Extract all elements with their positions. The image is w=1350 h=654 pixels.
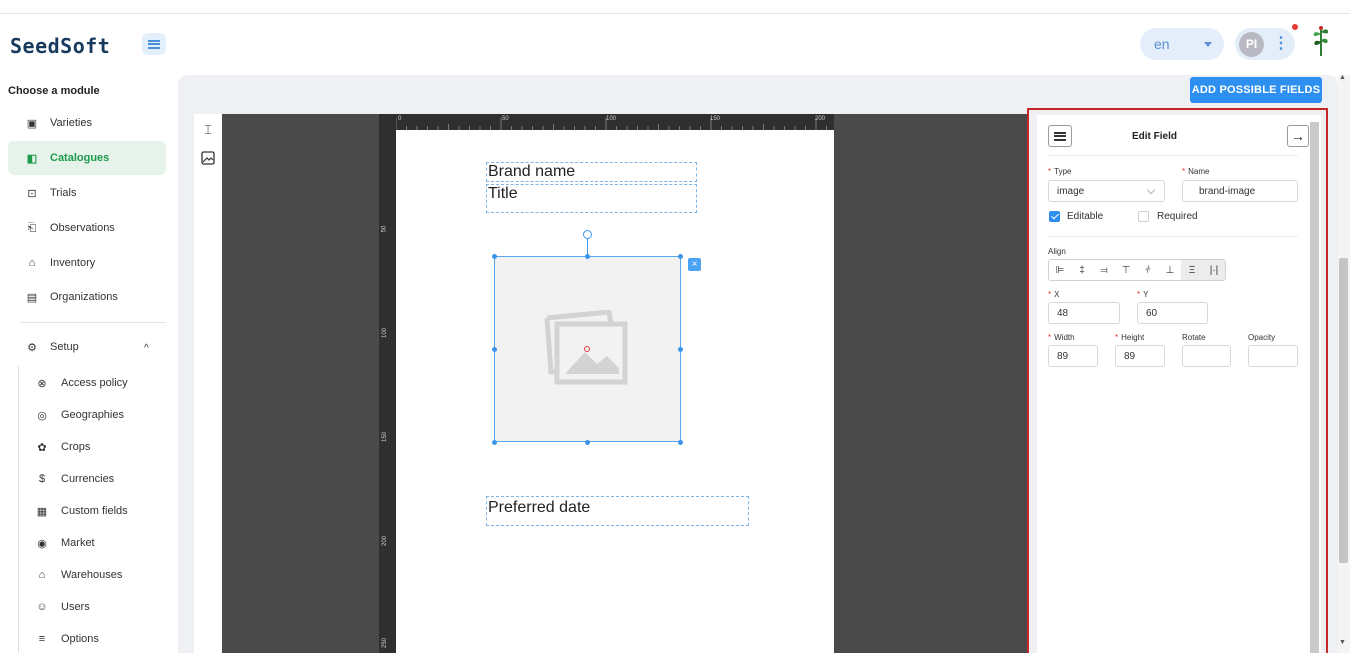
sidebar-item-label: Varieties <box>50 117 92 129</box>
ruler-top-label: 150 <box>710 116 721 122</box>
sidebar-item-label: Warehouses <box>61 569 123 581</box>
ruler-top-label: 0 <box>398 116 402 122</box>
ruler-left-label: 50 <box>381 225 388 233</box>
options-icon: ≡ <box>38 633 46 645</box>
sidebar-item-options[interactable]: ≡ Options <box>20 624 166 654</box>
sidebar-item-setup[interactable]: ⚙ Setup <box>8 330 166 364</box>
currencies-icon: $ <box>38 473 46 485</box>
vertical-ruler <box>379 114 396 653</box>
sidebar-item-label: Market <box>61 537 95 549</box>
sidebar-toggle-button[interactable] <box>142 33 166 55</box>
brand-name-field[interactable]: Brand name <box>486 162 697 182</box>
sidebar-item-label: Custom fields <box>61 505 128 517</box>
page-scrollbar-thumb[interactable] <box>1339 258 1348 563</box>
add-image-field-icon[interactable] <box>198 148 218 168</box>
ruler-top-label: 50 <box>502 116 509 122</box>
sidebar-item-label: Trials <box>50 187 77 199</box>
resize-handle-se[interactable] <box>678 440 683 445</box>
sidebar-divider <box>20 322 166 323</box>
plant-logo-icon <box>1313 26 1329 56</box>
ruler-left-label: 150 <box>382 431 389 443</box>
top-divider <box>0 13 1350 14</box>
resize-handle-sw[interactable] <box>492 440 497 445</box>
user-menu[interactable]: PI ⋮ <box>1235 28 1295 60</box>
sidebar-item-label: Options <box>61 633 99 645</box>
scroll-up-icon[interactable]: ▲ <box>1339 74 1346 81</box>
setup-gear-icon: ⚙ <box>27 341 37 354</box>
sidebar-item-users[interactable]: ☺ Users <box>20 592 166 622</box>
resize-handle-s[interactable] <box>585 440 590 445</box>
sidebar-item-label: Currencies <box>61 473 115 485</box>
sidebar-item-crops[interactable]: ✿ Crops <box>20 432 166 462</box>
sidebar-item-currencies[interactable]: $ Currencies <box>20 464 166 494</box>
sidebar-item-label: Observations <box>50 222 115 234</box>
sidebar-item-catalogues[interactable]: ◧ Catalogues <box>8 141 166 175</box>
ruler-left-label: 200 <box>382 535 389 547</box>
chevron-up-icon[interactable]: ^ <box>144 343 149 354</box>
access-policy-icon: ⊗ <box>37 377 47 390</box>
kebab-menu-icon[interactable]: ⋮ <box>1273 36 1289 52</box>
resize-handle-n[interactable] <box>585 254 590 259</box>
sidebar-item-label: Access policy <box>61 377 128 389</box>
sidebar-item-geographies[interactable]: ◎ Geographies <box>20 400 166 430</box>
resize-handle-w[interactable] <box>492 347 497 352</box>
ruler-left-label: 100 <box>382 327 389 339</box>
sidebar-item-trials[interactable]: ⊡ Trials <box>8 176 166 210</box>
caret-down-icon <box>1204 41 1212 47</box>
sidebar-item-access-policy[interactable]: ⊗ Access policy <box>20 368 166 398</box>
ruler-left-label: 250 <box>382 637 389 649</box>
add-possible-fields-button[interactable]: ADD POSSIBLE FIELDS <box>1190 77 1322 103</box>
resize-handle-ne[interactable] <box>678 254 683 259</box>
sidebar-item-label: Setup <box>50 341 79 353</box>
highlight-frame <box>1027 108 1328 653</box>
varieties-icon: ▣ <box>26 117 38 130</box>
sidebar-item-warehouses[interactable]: ⌂ Warehouses <box>20 560 166 590</box>
catalogues-icon: ◧ <box>26 152 38 165</box>
preferred-date-field[interactable]: Preferred date <box>486 496 749 526</box>
sidebar-item-label: Inventory <box>50 257 96 269</box>
sidebar-item-label: Users <box>61 601 90 613</box>
language-value: en <box>1154 36 1170 52</box>
notification-dot <box>1292 24 1298 30</box>
market-icon: ◉ <box>37 537 47 550</box>
sidebar-item-organizations[interactable]: ▤ Organizations <box>8 280 166 314</box>
sidebar-item-custom-fields[interactable]: ▦ Custom fields <box>20 496 166 526</box>
observations-icon: ⎗ <box>27 221 37 234</box>
sidebar-item-label: Crops <box>61 441 91 453</box>
resize-handle-nw[interactable] <box>492 254 497 259</box>
ruler-top-label: 100 <box>606 116 617 122</box>
sidebar-item-market[interactable]: ◉ Market <box>20 528 166 558</box>
add-text-field-icon[interactable]: ⌶ <box>198 120 218 140</box>
language-select[interactable]: en <box>1140 28 1224 60</box>
users-icon: ☺ <box>36 601 48 613</box>
title-field[interactable]: Title <box>486 184 697 213</box>
module-heading: Choose a module <box>8 85 100 97</box>
submenu-guide-line <box>18 366 19 653</box>
remove-field-icon[interactable]: × <box>688 258 701 271</box>
warehouses-icon: ⌂ <box>38 569 46 581</box>
organizations-icon: ▤ <box>26 291 38 304</box>
resize-handle-e[interactable] <box>678 347 683 352</box>
avatar: PI <box>1239 31 1264 57</box>
element-toolstrip: ⌶ <box>194 114 222 653</box>
geographies-icon: ◎ <box>37 409 47 422</box>
scroll-down-icon[interactable]: ▼ <box>1339 639 1346 646</box>
sidebar-item-observations[interactable]: ⎗ Observations <box>8 211 166 245</box>
sidebar-item-varieties[interactable]: ▣ Varieties <box>8 106 166 140</box>
crops-icon: ✿ <box>37 441 47 454</box>
custom-fields-icon: ▦ <box>36 505 48 518</box>
seedsoft-logo[interactable]: SeedSoft <box>10 26 110 66</box>
rotate-handle[interactable] <box>583 230 592 239</box>
sidebar-item-label: Geographies <box>61 409 124 421</box>
menu-icon <box>148 39 160 49</box>
logo-text: SeedSoft <box>10 34 111 58</box>
ruler-top-label: 200 <box>815 116 826 122</box>
sidebar-item-inventory[interactable]: ⌂ Inventory <box>8 246 166 280</box>
center-point-marker <box>584 346 590 352</box>
sidebar-item-label: Organizations <box>50 291 118 303</box>
trials-icon: ⊡ <box>27 187 37 200</box>
inventory-icon: ⌂ <box>28 257 36 269</box>
sidebar-item-label: Catalogues <box>50 152 110 164</box>
